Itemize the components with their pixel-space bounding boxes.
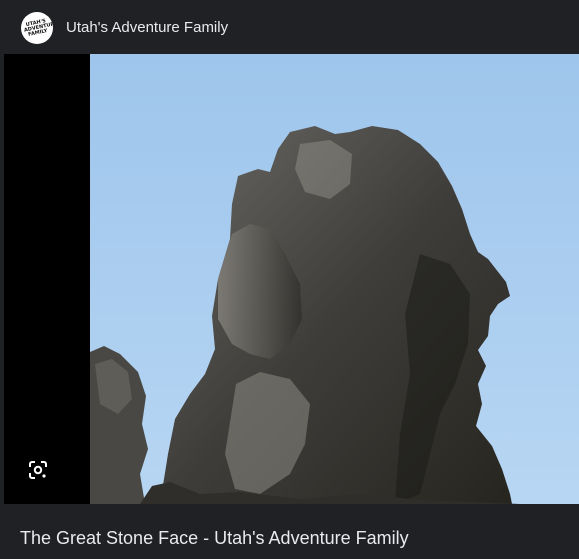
- site-logo-text: UTAH'S ADVENTURE FAMILY: [23, 17, 53, 38]
- letterbox-left: [0, 54, 90, 504]
- source-header[interactable]: UTAH'S ADVENTURE FAMILY Utah's Adventure…: [0, 0, 579, 54]
- image-left-edge: [0, 54, 4, 504]
- image-title[interactable]: The Great Stone Face - Utah's Adventure …: [20, 528, 409, 549]
- lens-search-button[interactable]: [27, 459, 49, 481]
- image-result-panel: UTAH'S ADVENTURE FAMILY Utah's Adventure…: [0, 0, 579, 559]
- lens-search-icon: [29, 461, 47, 479]
- site-name[interactable]: Utah's Adventure Family: [66, 19, 228, 36]
- site-logo[interactable]: UTAH'S ADVENTURE FAMILY: [21, 12, 53, 44]
- result-image[interactable]: [0, 54, 579, 504]
